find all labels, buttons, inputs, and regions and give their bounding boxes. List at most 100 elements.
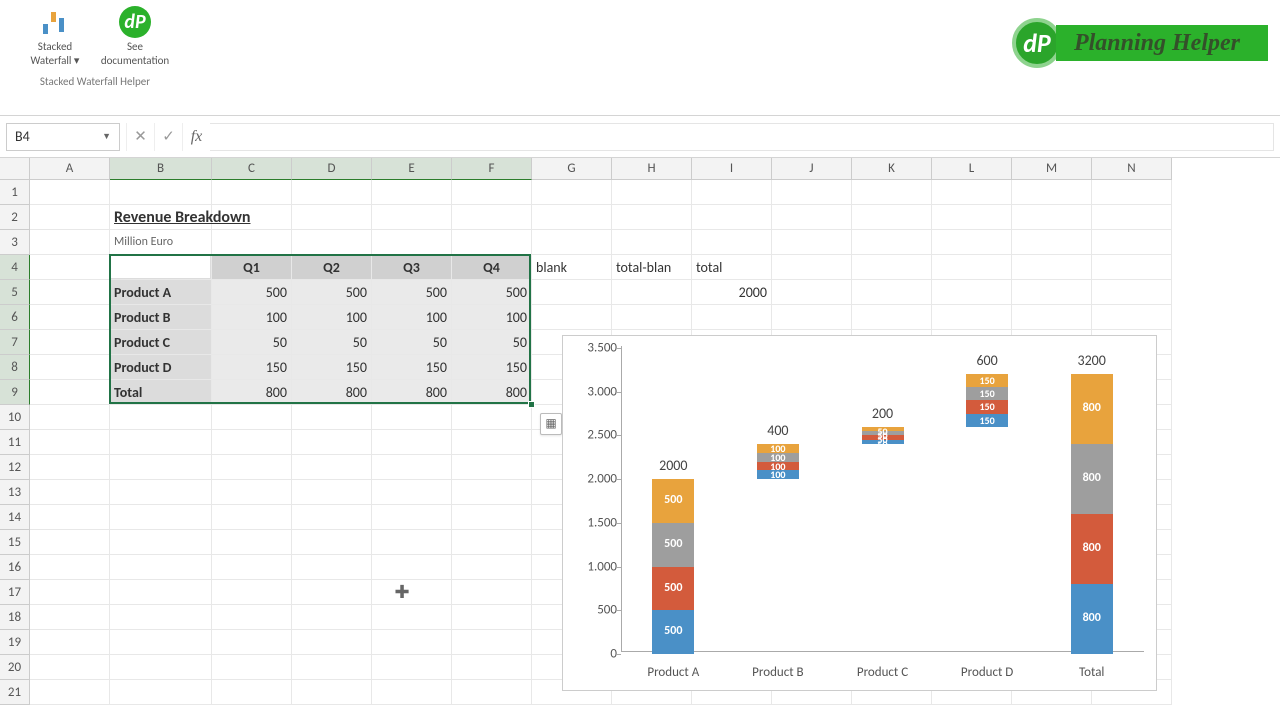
chart-segment[interactable]: 800 — [1071, 514, 1113, 584]
cell-B17[interactable] — [110, 580, 212, 605]
cell-I1[interactable] — [692, 180, 772, 205]
cell-B16[interactable] — [110, 555, 212, 580]
cell-A2[interactable] — [30, 205, 110, 230]
cell-A6[interactable] — [30, 305, 110, 330]
row-header-13[interactable]: 13 — [0, 480, 30, 505]
cell-J4[interactable] — [772, 255, 852, 280]
cell-C18[interactable] — [212, 605, 292, 630]
row-header-6[interactable]: 6 — [0, 305, 30, 330]
cell-M3[interactable] — [1012, 230, 1092, 255]
cell-F15[interactable] — [452, 530, 532, 555]
cell-F21[interactable] — [452, 680, 532, 705]
cell-D11[interactable] — [292, 430, 372, 455]
cell-J2[interactable] — [772, 205, 852, 230]
cell-C11[interactable] — [212, 430, 292, 455]
cell-B10[interactable] — [110, 405, 212, 430]
cell-A14[interactable] — [30, 505, 110, 530]
cell-C12[interactable] — [212, 455, 292, 480]
cell-C6[interactable]: 100 — [212, 305, 292, 330]
chart-segment[interactable]: 50 — [862, 427, 904, 431]
row-header-12[interactable]: 12 — [0, 455, 30, 480]
cell-B12[interactable] — [110, 455, 212, 480]
see-documentation-button[interactable]: dP See documentation — [100, 6, 170, 69]
cell-L1[interactable] — [932, 180, 1012, 205]
cell-A1[interactable] — [30, 180, 110, 205]
cell-M6[interactable] — [1012, 305, 1092, 330]
cell-C16[interactable] — [212, 555, 292, 580]
column-header-M[interactable]: M — [1012, 158, 1092, 180]
cell-F10[interactable] — [452, 405, 532, 430]
cell-K6[interactable] — [852, 305, 932, 330]
cell-F7[interactable]: 50 — [452, 330, 532, 355]
cell-K2[interactable] — [852, 205, 932, 230]
cell-C9[interactable]: 800 — [212, 380, 292, 405]
cell-D2[interactable] — [292, 205, 372, 230]
cell-B2[interactable]: Revenue Breakdown — [110, 205, 292, 230]
cell-F9[interactable]: 800 — [452, 380, 532, 405]
cell-A4[interactable] — [30, 255, 110, 280]
chart-segment[interactable]: 150 — [966, 414, 1008, 427]
column-header-C[interactable]: C — [212, 158, 292, 180]
cell-A10[interactable] — [30, 405, 110, 430]
cell-A12[interactable] — [30, 455, 110, 480]
chart-segment[interactable]: 800 — [1071, 444, 1113, 514]
cell-A7[interactable] — [30, 330, 110, 355]
cell-D18[interactable] — [292, 605, 372, 630]
cell-E16[interactable] — [372, 555, 452, 580]
name-box[interactable]: B4 ▼ — [6, 123, 120, 151]
cell-D20[interactable] — [292, 655, 372, 680]
cell-F16[interactable] — [452, 555, 532, 580]
cell-E6[interactable]: 100 — [372, 305, 452, 330]
row-header-3[interactable]: 3 — [0, 230, 30, 255]
row-header-5[interactable]: 5 — [0, 280, 30, 305]
cell-E8[interactable]: 150 — [372, 355, 452, 380]
cell-B4[interactable] — [110, 255, 212, 280]
cell-B18[interactable] — [110, 605, 212, 630]
cell-A9[interactable] — [30, 380, 110, 405]
cell-F4[interactable]: Q4 — [452, 255, 532, 280]
row-header-14[interactable]: 14 — [0, 505, 30, 530]
row-header-19[interactable]: 19 — [0, 630, 30, 655]
cell-B14[interactable] — [110, 505, 212, 530]
cell-L5[interactable] — [932, 280, 1012, 305]
cell-C20[interactable] — [212, 655, 292, 680]
cell-C21[interactable] — [212, 680, 292, 705]
cell-C17[interactable] — [212, 580, 292, 605]
column-header-E[interactable]: E — [372, 158, 452, 180]
cell-G6[interactable] — [532, 305, 612, 330]
cell-F13[interactable] — [452, 480, 532, 505]
cell-L3[interactable] — [932, 230, 1012, 255]
cell-D8[interactable]: 150 — [292, 355, 372, 380]
cell-A18[interactable] — [30, 605, 110, 630]
column-header-D[interactable]: D — [292, 158, 372, 180]
cell-E3[interactable] — [372, 230, 452, 255]
cell-G5[interactable] — [532, 280, 612, 305]
cell-A16[interactable] — [30, 555, 110, 580]
cell-D13[interactable] — [292, 480, 372, 505]
cell-E13[interactable] — [372, 480, 452, 505]
row-header-10[interactable]: 10 — [0, 405, 30, 430]
cell-A21[interactable] — [30, 680, 110, 705]
cell-E20[interactable] — [372, 655, 452, 680]
cell-B3[interactable]: Million Euro — [110, 230, 212, 255]
cell-F11[interactable] — [452, 430, 532, 455]
cell-A20[interactable] — [30, 655, 110, 680]
cell-F6[interactable]: 100 — [452, 305, 532, 330]
row-header-20[interactable]: 20 — [0, 655, 30, 680]
cell-K4[interactable] — [852, 255, 932, 280]
cell-N3[interactable] — [1092, 230, 1172, 255]
cell-D7[interactable]: 50 — [292, 330, 372, 355]
cell-F3[interactable] — [452, 230, 532, 255]
row-header-2[interactable]: 2 — [0, 205, 30, 230]
cell-H2[interactable] — [612, 205, 692, 230]
cell-D3[interactable] — [292, 230, 372, 255]
row-header-11[interactable]: 11 — [0, 430, 30, 455]
row-header-9[interactable]: 9 — [0, 380, 30, 405]
cell-F18[interactable] — [452, 605, 532, 630]
cell-B6[interactable]: Product B — [110, 305, 212, 330]
cell-B1[interactable] — [110, 180, 212, 205]
cell-I4[interactable]: total — [692, 255, 772, 280]
cell-A13[interactable] — [30, 480, 110, 505]
cell-E21[interactable] — [372, 680, 452, 705]
row-header-18[interactable]: 18 — [0, 605, 30, 630]
